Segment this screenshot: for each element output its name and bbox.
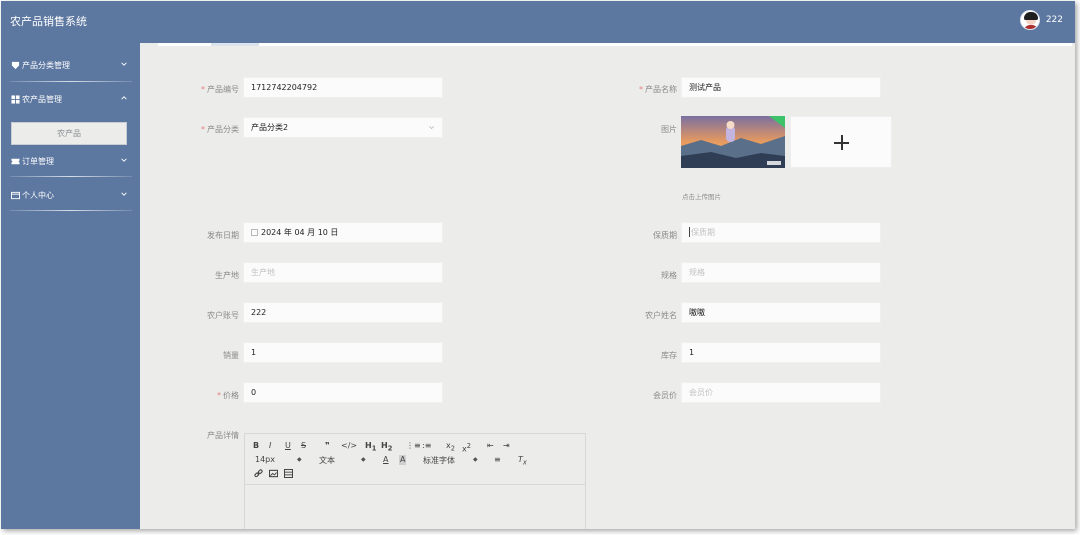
ticket-icon	[11, 158, 20, 165]
editor-content-area[interactable]	[245, 486, 585, 529]
app-title: 农产品销售系统	[10, 15, 87, 28]
font-color-icon[interactable]: A	[383, 455, 388, 465]
tag-icon	[11, 61, 20, 70]
active-tab-indicator	[211, 43, 259, 46]
spec-label: 规格	[661, 271, 677, 280]
publish-date-value: 2024 年 04 月 10 日	[261, 228, 339, 237]
tabs-bar	[158, 43, 1072, 46]
user-menu[interactable]: 222	[1019, 10, 1063, 30]
menu-divider	[10, 176, 132, 177]
rich-text-editor[interactable]: B I U S ❞ </> H1 H2 ⋮≡ :≡ x2 x2 ⇤ ⇥ 14px…	[244, 433, 586, 529]
chevron-updown-icon: ◆	[297, 456, 302, 463]
sidebar-item-personal-center[interactable]: 个人中心	[1, 179, 140, 212]
sidebar-item-order-management[interactable]: 订单管理	[1, 145, 140, 178]
clear-format-icon[interactable]: Tx	[518, 455, 527, 468]
video-icon[interactable]	[284, 469, 293, 478]
landscape-image	[681, 116, 785, 168]
chevron-updown-icon: ◆	[473, 456, 478, 463]
sidebar-item-label: 订单管理	[22, 157, 54, 166]
sidebar-item-label: 产品分类管理	[22, 61, 70, 70]
superscript-icon[interactable]: x2	[462, 441, 471, 455]
code-block-icon[interactable]: </>	[341, 441, 357, 451]
indent-increase-icon[interactable]: ⇥	[503, 441, 510, 451]
top-header: 农产品销售系统 222	[1, 1, 1075, 43]
image-label: 图片	[661, 125, 677, 134]
font-size-select[interactable]: 14px	[255, 455, 275, 464]
member-price-label: 会员价	[653, 391, 677, 400]
farmer-name-label: 农户姓名	[645, 311, 677, 320]
heading-1-icon[interactable]: H1	[365, 441, 376, 454]
sidebar-subitem-products[interactable]: 农产品	[11, 122, 127, 145]
ordered-list-icon[interactable]: ⋮≡	[406, 441, 421, 451]
origin-field[interactable]: 生产地	[243, 262, 443, 283]
font-family-select[interactable]: 标准字体	[423, 455, 455, 466]
product-code-field[interactable]: 1712742204792	[243, 77, 443, 98]
shelf-life-placeholder: 保质期	[691, 228, 715, 237]
category-select[interactable]: 产品分类2	[243, 117, 443, 138]
shelf-life-label: 保质期	[653, 231, 677, 240]
category-selected-value: 产品分类2	[251, 123, 289, 132]
sales-field[interactable]: 1	[243, 342, 443, 363]
background-color-icon[interactable]: A	[399, 455, 407, 465]
bold-icon[interactable]: B	[253, 441, 259, 451]
block-type-select[interactable]: 文本	[319, 455, 335, 466]
details-label: 产品详情	[207, 431, 239, 440]
chevron-down-icon	[121, 192, 127, 196]
sales-label: 销量	[223, 351, 239, 360]
chevron-down-icon	[429, 126, 434, 130]
shelf-life-field[interactable]: 保质期	[681, 222, 881, 243]
farmer-account-label: 农户账号	[207, 311, 239, 320]
chevron-down-icon	[121, 62, 127, 66]
sidebar-item-product-management[interactable]: 农产品管理	[1, 83, 140, 116]
bullet-list-icon[interactable]: :≡	[422, 441, 431, 451]
price-field[interactable]: 0	[243, 382, 443, 403]
link-icon[interactable]	[254, 469, 263, 478]
sidebar-item-label: 农产品管理	[22, 95, 62, 104]
calendar-icon	[251, 229, 258, 236]
product-name-field[interactable]: 测试产品	[681, 77, 881, 98]
align-icon[interactable]: ≡	[494, 455, 501, 465]
heading-2-icon[interactable]: H2	[381, 441, 392, 454]
product-code-label: * 产品编号	[201, 85, 239, 94]
farmer-account-field[interactable]: 222	[243, 302, 443, 323]
member-price-field[interactable]: 会员价	[681, 382, 881, 403]
subscript-icon[interactable]: x2	[446, 441, 455, 454]
sidebar-item-label: 个人中心	[22, 191, 54, 200]
editor-toolbar: B I U S ❞ </> H1 H2 ⋮≡ :≡ x2 x2 ⇤ ⇥ 14px…	[245, 434, 585, 485]
publish-date-field[interactable]: 2024 年 04 月 10 日	[243, 222, 443, 243]
italic-icon[interactable]: I	[269, 441, 271, 451]
upload-hint[interactable]: 点击上传图片	[682, 191, 721, 201]
chevron-up-icon	[121, 96, 127, 100]
category-label: * 产品分类	[201, 125, 239, 134]
product-name-label: * 产品名称	[639, 85, 677, 94]
menu-divider	[10, 210, 132, 211]
origin-label: 生产地	[215, 271, 239, 280]
image-icon[interactable]	[269, 469, 278, 478]
farmer-name-field[interactable]: 嗷嗷	[681, 302, 881, 323]
publish-date-label: 发布日期	[207, 231, 239, 240]
username[interactable]: 222	[1046, 15, 1063, 25]
stock-field[interactable]: 1	[681, 342, 881, 363]
menu-divider	[10, 81, 132, 82]
product-image-thumbnail[interactable]	[681, 116, 785, 168]
sidebar: 产品分类管理 农产品管理 农产品 订单管理 个人中心	[1, 43, 140, 529]
text-cursor	[689, 227, 690, 237]
image-upload-button[interactable]	[790, 116, 892, 168]
app-window: 农产品销售系统 222 产品分类管理 农产品管理 农产品 订单管理 个人中心 *…	[1, 1, 1075, 529]
chevron-updown-icon: ◆	[361, 456, 366, 463]
indent-decrease-icon[interactable]: ⇤	[487, 441, 494, 451]
grid-icon	[11, 95, 20, 104]
strikethrough-icon[interactable]: S	[301, 441, 306, 451]
chevron-down-icon	[121, 158, 127, 162]
stock-label: 库存	[661, 351, 677, 360]
spec-field[interactable]: 规格	[681, 262, 881, 283]
sidebar-item-category-management[interactable]: 产品分类管理	[1, 49, 140, 82]
underline-icon[interactable]: U	[285, 441, 291, 451]
profile-card-icon	[11, 191, 20, 200]
blockquote-icon[interactable]: ❞	[325, 441, 330, 451]
price-label: * 价格	[217, 391, 239, 400]
avatar[interactable]	[1019, 10, 1040, 30]
